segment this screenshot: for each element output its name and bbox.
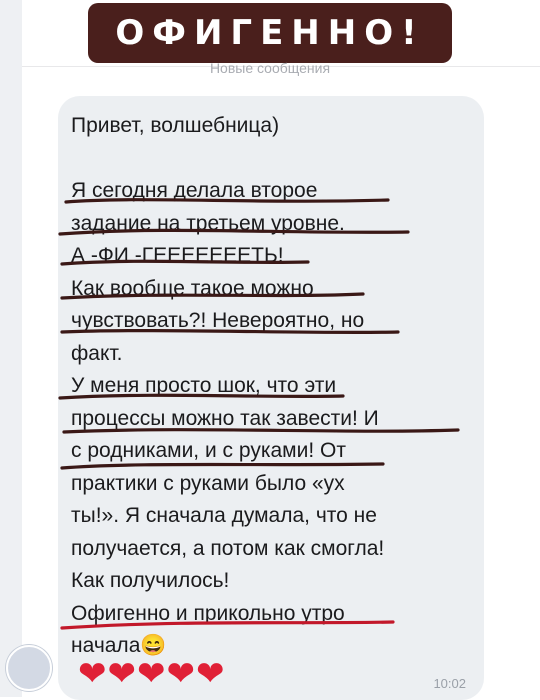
message-bubble[interactable]: Привет, волшебница) Я сегодня делала вто… bbox=[58, 96, 484, 700]
message-line: ты!». Я сначала думала, что не bbox=[71, 504, 377, 527]
chat-list-edge bbox=[0, 0, 22, 697]
message-line: У меня просто шок, что эти bbox=[71, 374, 337, 397]
message-line: процессы можно так завести! И bbox=[71, 406, 379, 430]
message-line: Я сегодня делала второе bbox=[71, 179, 318, 202]
banner-text: ОФИГЕННО! bbox=[115, 13, 425, 53]
message-line: Офигенно и прикольно утро bbox=[71, 601, 345, 625]
message-line: Как вообще такое можно bbox=[71, 276, 314, 300]
message-line: Привет, волшебница) bbox=[71, 114, 280, 137]
message-line: чувствовать?! Невероятно, но bbox=[71, 309, 365, 332]
message-line: А -ФИ -ГЕЕЕЕЕЕЕТЬ! bbox=[71, 244, 284, 267]
hearts-emoji: ❤❤❤❤❤ bbox=[78, 655, 226, 693]
message-line: практики с руками было «ух bbox=[71, 471, 345, 495]
message-line: с родниками, и с руками! От bbox=[71, 439, 346, 462]
message-line: факт. bbox=[71, 341, 123, 365]
new-messages-divider: Новые сообщения bbox=[209, 60, 331, 76]
avatar[interactable] bbox=[6, 645, 52, 691]
message-line: получается, а потом как смогла! bbox=[71, 536, 385, 560]
message-text: Привет, волшебница) Я сегодня делала вто… bbox=[71, 110, 476, 663]
message-line bbox=[71, 143, 476, 176]
message-time: 10:02 bbox=[433, 676, 466, 691]
title-banner: ОФИГЕННО! bbox=[88, 3, 452, 63]
message-line: задание на третьем уровне. bbox=[71, 211, 345, 235]
message-line: Как получилось! bbox=[71, 569, 230, 592]
